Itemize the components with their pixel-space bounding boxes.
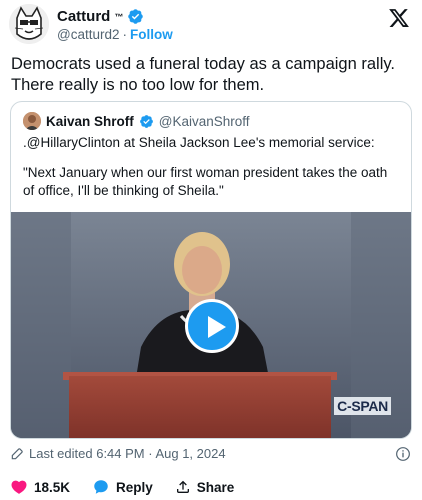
quoted-text-intro: .@HillaryClinton at Sheila Jackson Lee's…: [23, 135, 375, 150]
author-name[interactable]: Catturd: [57, 8, 110, 25]
reply-button[interactable]: Reply: [92, 478, 153, 496]
author-handle-row: @catturd2 · Follow: [57, 27, 173, 42]
edit-info: Last edited 6:44 PM · Aug 1, 2024: [10, 446, 226, 461]
share-label: Share: [196, 479, 235, 495]
author-handle[interactable]: @catturd2: [57, 27, 119, 42]
like-button[interactable]: 18.5K: [10, 478, 70, 496]
reply-bubble-icon: [94, 480, 108, 494]
info-icon[interactable]: [395, 446, 411, 462]
author-name-row: Catturd ™: [57, 8, 144, 25]
verified-badge-icon: [128, 9, 144, 24]
share-upload-icon: [176, 480, 189, 493]
quoted-tweet[interactable]: Kaivan Shroff @KaivanShroff .@HillaryCli…: [10, 101, 412, 439]
follow-button[interactable]: Follow: [130, 27, 173, 42]
share-button[interactable]: Share: [175, 479, 235, 495]
reply-label: Reply: [116, 479, 153, 495]
edited-timestamp[interactable]: Last edited 6:44 PM · Aug 1, 2024: [29, 446, 226, 461]
dot-separator: ·: [122, 27, 127, 42]
tweet-text: Democrats used a funeral today as a camp…: [11, 55, 395, 94]
play-icon: [208, 316, 226, 338]
video-player[interactable]: C-SPAN: [11, 212, 411, 438]
author-avatar[interactable]: [9, 4, 49, 44]
quoted-author-avatar: [23, 112, 41, 130]
tweet-header: Catturd ™ @catturd2 · Follow: [0, 0, 422, 46]
x-logo-icon[interactable]: [388, 7, 410, 29]
like-count: 18.5K: [34, 479, 71, 495]
quoted-author-name: Kaivan Shroff: [46, 113, 134, 129]
edit-pencil-icon: [11, 447, 23, 459]
heart-icon: [11, 480, 27, 494]
trademark-symbol: ™: [114, 11, 124, 22]
quoted-verified-badge-icon: [139, 114, 153, 128]
action-bar: 18.5K Reply Share: [10, 478, 256, 496]
quoted-author-handle: @KaivanShroff: [158, 113, 250, 129]
quoted-header: Kaivan Shroff @KaivanShroff: [23, 112, 250, 130]
cspan-watermark: C-SPAN: [334, 397, 391, 415]
play-button[interactable]: [185, 299, 239, 353]
podium: [69, 376, 331, 438]
quoted-text-quote: "Next January when our first woman presi…: [23, 165, 388, 198]
